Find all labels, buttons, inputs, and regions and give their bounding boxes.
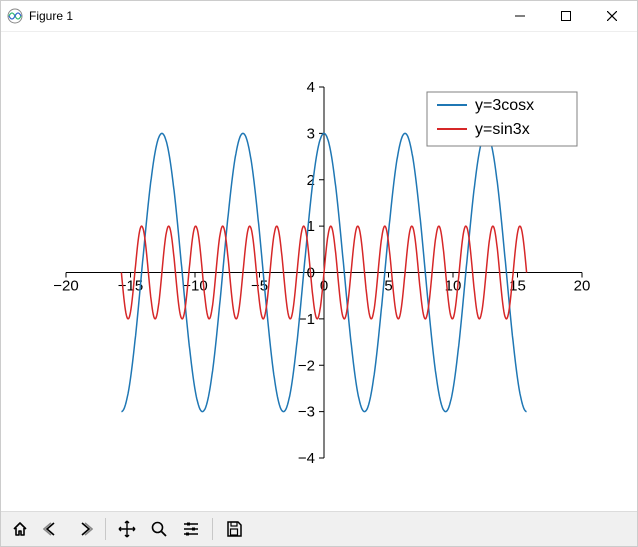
svg-text:4: 4 (307, 79, 315, 96)
titlebar: Figure 1 (1, 1, 637, 32)
back-icon (43, 520, 61, 538)
svg-text:−20: −20 (53, 278, 78, 295)
zoom-button[interactable] (144, 515, 174, 543)
back-button[interactable] (37, 515, 67, 543)
pan-icon (118, 520, 136, 538)
zoom-icon (150, 520, 168, 538)
plot-area: −20−15−10−505101520−4−3−2−101234y=3cosxy… (1, 32, 637, 511)
sliders-icon (182, 520, 200, 538)
forward-button[interactable] (69, 515, 99, 543)
pan-button[interactable] (112, 515, 142, 543)
svg-text:−3: −3 (298, 404, 315, 421)
home-icon (11, 520, 29, 538)
matplotlib-toolbar (1, 511, 637, 546)
close-icon (607, 11, 617, 21)
svg-text:20: 20 (574, 278, 591, 295)
svg-text:5: 5 (384, 278, 392, 295)
window-title: Figure 1 (29, 9, 73, 23)
svg-text:3: 3 (307, 125, 315, 142)
configure-button[interactable] (176, 515, 206, 543)
minimize-icon (515, 11, 525, 21)
maximize-button[interactable] (543, 1, 589, 31)
forward-icon (75, 520, 93, 538)
svg-text:−4: −4 (298, 450, 315, 467)
plot-canvas: −20−15−10−505101520−4−3−2−101234y=3cosxy… (1, 32, 637, 513)
minimize-button[interactable] (497, 1, 543, 31)
toolbar-separator (105, 518, 106, 540)
legend-label: y=3cosx (475, 97, 534, 114)
save-icon (225, 520, 243, 538)
svg-text:−2: −2 (298, 357, 315, 374)
toolbar-separator (212, 518, 213, 540)
legend-label: y=sin3x (475, 121, 530, 138)
app-logo-icon (7, 8, 23, 24)
close-button[interactable] (589, 1, 635, 31)
home-button[interactable] (5, 515, 35, 543)
save-button[interactable] (219, 515, 249, 543)
figure-window: Figure 1 −20−15−10−505101520−4−3−2−10123… (0, 0, 638, 547)
maximize-icon (561, 11, 571, 21)
